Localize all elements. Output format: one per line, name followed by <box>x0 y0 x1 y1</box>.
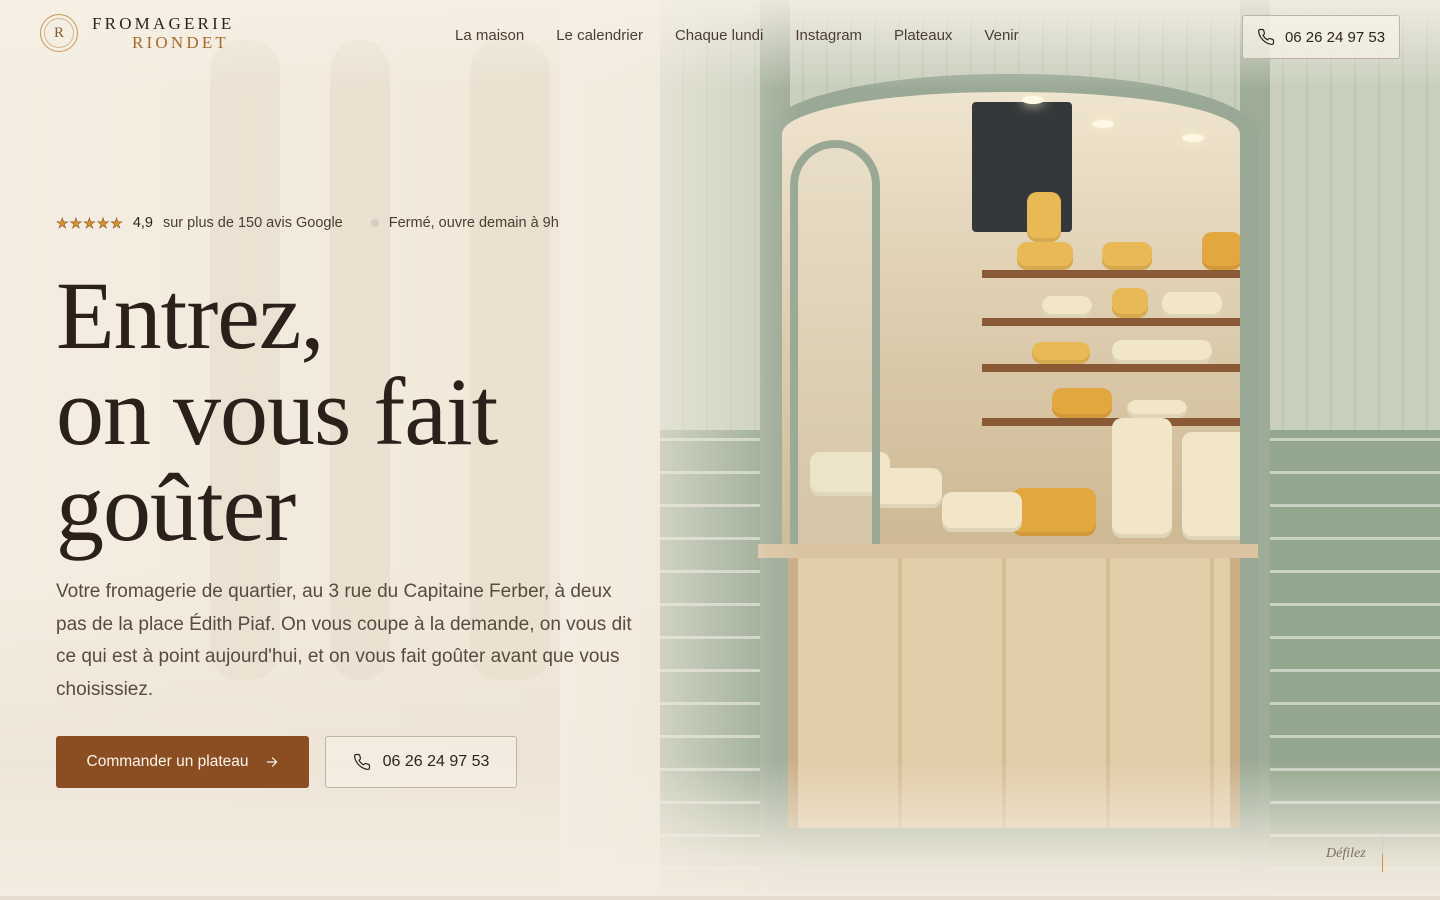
logo-link[interactable]: R FROMAGERIE RIONDET <box>40 14 235 52</box>
main-nav: La maison Le calendrier Chaque lundi Ins… <box>455 27 1019 44</box>
status-dot-icon <box>370 219 379 227</box>
call-phone-button[interactable]: 06 26 24 97 53 <box>325 736 517 788</box>
hero-title-line-1: Entrez, <box>56 262 325 369</box>
call-phone-label: 06 26 24 97 53 <box>382 753 490 770</box>
nav-item-la-maison[interactable]: La maison <box>455 27 524 44</box>
site-header: R FROMAGERIE RIONDET La maison Le calend… <box>0 0 1440 74</box>
hero-title-line-3: goûter <box>56 454 296 561</box>
rating-score: 4,9 <box>132 215 153 231</box>
arrow-right-icon <box>266 757 277 767</box>
scroll-indicator-line <box>1382 836 1383 872</box>
opening-status: Fermé, ouvre demain à 9h <box>388 215 559 231</box>
header-phone-button[interactable]: 06 26 24 97 53 <box>1242 15 1400 59</box>
header-phone-label: 06 26 24 97 53 <box>1284 28 1386 46</box>
phone-icon <box>1257 28 1275 46</box>
counter-top <box>758 544 1258 558</box>
nav-item-chaque-lundi[interactable]: Chaque lundi <box>675 27 763 44</box>
logo-line-2: RIONDET <box>132 33 229 52</box>
hero-title-line-2: on vous fait <box>56 358 498 465</box>
star-icon: ★ <box>110 215 123 231</box>
logo-wordmark: FROMAGERIE RIONDET <box>92 15 235 51</box>
star-icon: ★ <box>69 215 83 231</box>
star-icon: ★ <box>96 215 110 231</box>
nav-item-plateaux[interactable]: Plateaux <box>894 27 952 44</box>
scroll-hint-label[interactable]: Défilez <box>1326 846 1366 862</box>
section-divider <box>0 896 1440 900</box>
star-icon: ★ <box>83 215 96 231</box>
hero-lead-paragraph: Votre fromagerie de quartier, au 3 rue d… <box>56 581 632 700</box>
hero-title: Entrez, on vous fait goûter <box>56 268 656 556</box>
nav-item-instagram[interactable]: Instagram <box>795 27 862 44</box>
rating-reviews-text: sur plus de 150 avis Google <box>162 215 343 231</box>
logo-monogram: R <box>40 14 78 52</box>
rating-stars: ★ ★ ★ ★ ★ <box>56 215 123 231</box>
nav-item-calendrier[interactable]: Le calendrier <box>556 27 643 44</box>
star-icon: ★ <box>56 215 69 231</box>
phone-icon <box>353 753 370 771</box>
nav-item-venir[interactable]: Venir <box>984 27 1018 44</box>
order-platter-button[interactable]: Commander un plateau <box>56 736 309 788</box>
order-platter-label: Commander un plateau <box>86 753 249 770</box>
logo-line-1: FROMAGERIE <box>92 14 235 33</box>
hero-meta-row: ★ ★ ★ ★ ★ 4,9 sur plus de 150 avis Googl… <box>56 215 559 231</box>
